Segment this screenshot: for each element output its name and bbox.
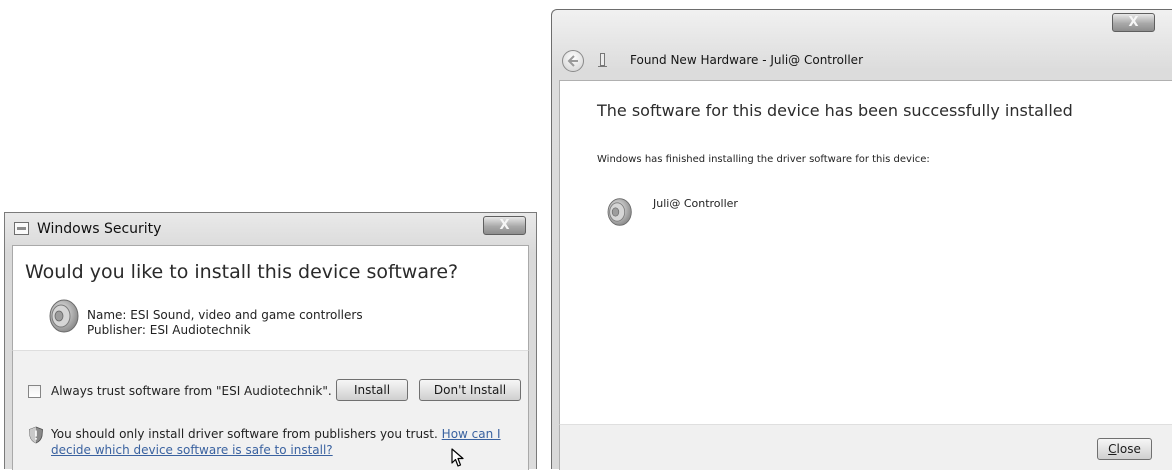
close-window-button[interactable]: X: [483, 216, 526, 235]
title-bar[interactable]: Windows Security X: [5, 213, 536, 245]
dialog-content: Would you like to install this device so…: [12, 245, 529, 350]
back-arrow-icon: [567, 55, 578, 67]
window-title: Found New Hardware - Juli@ Controller: [630, 53, 863, 67]
warning-text: You should only install driver software …: [51, 427, 501, 441]
warning-message: You should only install driver software …: [51, 427, 438, 441]
shield-icon: [29, 426, 43, 444]
speaker-icon: [607, 198, 632, 226]
window-app-icon: [14, 222, 29, 235]
wizard-content: The software for this device has been su…: [559, 80, 1172, 450]
help-link-part2[interactable]: decide which device software is safe to …: [51, 443, 333, 457]
close-icon: X: [1128, 15, 1139, 30]
publisher-line: Publisher: ESI Audiotechnik: [87, 323, 251, 337]
device-name-line: Name: ESI Sound, video and game controll…: [87, 308, 363, 322]
dialog-heading: Would you like to install this device so…: [25, 261, 459, 283]
always-trust-label[interactable]: Always trust software from "ESI Audiotec…: [51, 384, 332, 398]
back-button[interactable]: [562, 50, 584, 72]
mouse-pointer-icon: [451, 448, 464, 467]
help-link-line2: decide which device software is safe to …: [51, 443, 333, 457]
wizard-heading: The software for this device has been su…: [597, 101, 1073, 120]
close-icon: X: [499, 218, 510, 233]
close-button[interactable]: Close: [1097, 438, 1152, 460]
close-window-button[interactable]: X: [1112, 13, 1155, 32]
wizard-description: Windows has finished installing the driv…: [597, 154, 930, 165]
speaker-icon: [49, 299, 79, 333]
device-name: Juli@ Controller: [653, 197, 738, 210]
window-title: Windows Security: [37, 221, 162, 237]
wizard-footer: Close: [559, 424, 1172, 470]
install-button[interactable]: Install: [336, 379, 408, 401]
help-link-part1[interactable]: How can I: [442, 427, 501, 441]
found-new-hardware-dialog: X Found New Hardware - Juli@ Controller …: [551, 9, 1172, 470]
hardware-icon: [598, 53, 607, 67]
always-trust-checkbox[interactable]: [28, 385, 41, 398]
dont-install-button[interactable]: Don't Install: [419, 379, 521, 401]
windows-security-dialog: Windows Security X Would you like to ins…: [4, 212, 537, 470]
